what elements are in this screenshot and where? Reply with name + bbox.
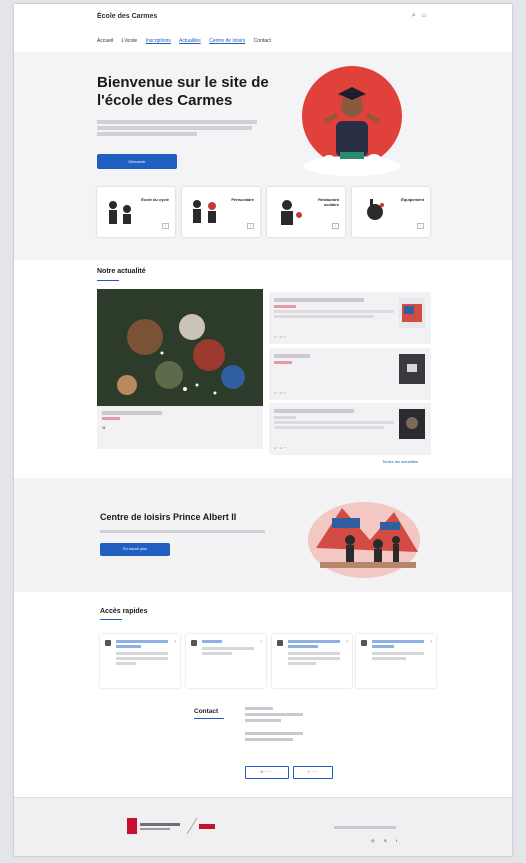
- service-card-label: Restaurant scolaire: [318, 197, 339, 207]
- news-item-date: [274, 361, 292, 364]
- news-item[interactable]: ⌂ ·· ⌂ ···: [269, 292, 431, 344]
- nav-item-ecole[interactable]: L'école: [122, 38, 138, 44]
- graduate-illustration: [302, 66, 402, 176]
- instrument-illustration: [367, 199, 384, 220]
- footer-text: [334, 826, 396, 829]
- service-card-tag: ›: [416, 223, 424, 229]
- contact-info: [245, 707, 365, 741]
- quick-link-text: [116, 652, 168, 665]
- service-card[interactable]: Équipement ›: [352, 187, 430, 237]
- nav-item-contact[interactable]: Contact: [254, 38, 271, 44]
- news-featured-title: [102, 411, 162, 415]
- centre-button[interactable]: En savoir plus: [100, 543, 170, 556]
- contact-underline: [194, 718, 224, 719]
- quick-link-title: [202, 640, 254, 643]
- quick-link-card[interactable]: ›: [100, 634, 180, 688]
- news-item-excerpt: [274, 421, 394, 429]
- news-item-meta: ⌂ ·· ⌂ ···: [274, 335, 287, 339]
- footer: [14, 797, 512, 856]
- quick-link-card[interactable]: ›: [186, 634, 266, 688]
- news-item-date: [274, 416, 296, 419]
- news-item-thumbnail: [399, 298, 425, 328]
- calendar-icon: [361, 640, 367, 646]
- main-nav: Accueil L'école Inscriptions Actualités …: [97, 38, 278, 52]
- chef-illustration: [281, 200, 302, 225]
- contact-title: Contact: [194, 708, 219, 715]
- news-item[interactable]: ⌂ ·· ⌂ ···: [269, 348, 431, 400]
- all-news-link[interactable]: Toutes les actualités: [382, 459, 418, 464]
- service-card[interactable]: Restaurant scolaire ›: [267, 187, 345, 237]
- news-item-thumbnail: [399, 354, 425, 384]
- chevron-right-icon: ›: [174, 639, 176, 645]
- news-item-thumbnail: [399, 409, 425, 439]
- page: École des Carmes ⌕ ⌂ Accueil L'école Ins…: [14, 4, 512, 856]
- instagram-icon[interactable]: ◎: [371, 838, 379, 843]
- quick-link-text: [288, 652, 340, 665]
- facebook-icon[interactable]: f: [396, 838, 401, 843]
- quick-link-title: [372, 640, 424, 648]
- service-card-tag: ›: [331, 223, 339, 229]
- service-card-tag: ›: [161, 223, 169, 229]
- service-card-label: Équipement: [401, 197, 424, 202]
- contact-email-button[interactable]: ✉ ········: [245, 766, 289, 779]
- quick-link-card[interactable]: ›: [356, 634, 436, 688]
- hero-title: Bienvenue sur le site de l'école des Car…: [97, 74, 269, 109]
- news-item-date: [274, 305, 296, 308]
- news-item-excerpt: [274, 310, 394, 318]
- top-bar: École des Carmes ⌕ ⌂: [14, 4, 512, 34]
- quick-link-title: [116, 640, 168, 648]
- news-item-meta: ⌂ ·· ⌂ ···: [274, 446, 287, 450]
- chevron-right-icon: ›: [430, 639, 432, 645]
- centre-illustration: [308, 502, 420, 578]
- news-section-title: Notre actualité: [97, 268, 146, 275]
- site-name[interactable]: École des Carmes: [97, 13, 157, 20]
- news-featured-date: [102, 417, 120, 420]
- twitter-icon[interactable]: ✕: [384, 838, 391, 843]
- centre-description: [100, 530, 275, 533]
- search-icon[interactable]: ⌕: [412, 12, 418, 19]
- news-item-meta: ⌂ ·· ⌂ ···: [274, 391, 287, 395]
- nav-item-centre[interactable]: Centre de loisirs: [209, 38, 245, 44]
- chevron-right-icon: ›: [346, 639, 348, 645]
- news-item[interactable]: ⌂ ·· ⌂ ···: [269, 403, 431, 455]
- children-illustration: [193, 200, 216, 223]
- news-featured-share[interactable]: ⌘: [102, 426, 106, 430]
- quick-link-text: [202, 647, 254, 655]
- government-logo: [127, 817, 215, 835]
- centre-section: [14, 478, 512, 592]
- user-icon[interactable]: ⌂: [422, 12, 428, 19]
- news-featured[interactable]: ⌘: [97, 289, 263, 449]
- document-icon: [191, 640, 197, 646]
- social-links: ◎ ✕ f: [371, 838, 401, 843]
- document-icon: [277, 640, 283, 646]
- news-section-underline: [97, 280, 119, 281]
- service-card[interactable]: Périscolaire ›: [182, 187, 260, 237]
- top-icons: ⌕ ⌂: [412, 12, 428, 20]
- service-card-label: École du cycle: [141, 197, 169, 202]
- contact-map-button[interactable]: ⌖ ·······: [293, 766, 333, 779]
- service-card[interactable]: École du cycle ›: [97, 187, 175, 237]
- quick-link-text: [372, 652, 424, 660]
- hero-description: [97, 120, 262, 136]
- service-card-label: Périscolaire: [231, 197, 254, 202]
- news-featured-photo: [97, 289, 263, 406]
- quick-section-underline: [100, 619, 122, 620]
- children-illustration: [109, 201, 131, 224]
- chevron-right-icon: ›: [260, 639, 262, 645]
- quick-section-title: Accès rapides: [100, 608, 148, 615]
- hero-button[interactable]: Découvrir: [97, 154, 177, 169]
- service-cards: École du cycle › Périscolaire › Restaura…: [97, 187, 430, 237]
- news-item-title: [274, 298, 364, 302]
- quick-link-card[interactable]: ›: [272, 634, 352, 688]
- nav-item-inscriptions[interactable]: Inscriptions: [146, 38, 171, 44]
- news-item-title: [274, 354, 310, 358]
- quick-link-title: [288, 640, 340, 648]
- centre-title: Centre de loisirs Prince Albert II: [100, 512, 237, 522]
- news-item-title: [274, 409, 354, 413]
- nav-item-accueil[interactable]: Accueil: [97, 38, 113, 44]
- shield-icon: [105, 640, 111, 646]
- nav-item-actualites[interactable]: Actualités: [179, 38, 201, 44]
- service-card-tag: ›: [246, 223, 254, 229]
